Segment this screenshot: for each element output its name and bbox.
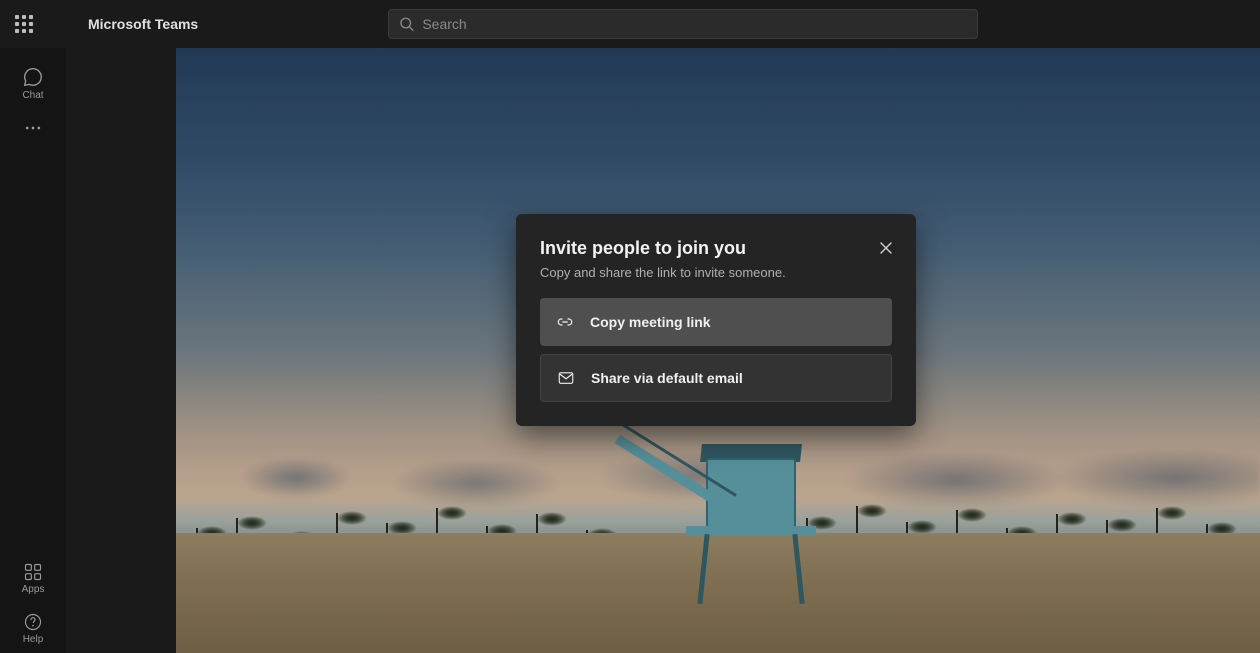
left-rail: Chat Apps Help bbox=[0, 48, 66, 653]
search-bar[interactable] bbox=[388, 9, 978, 39]
chat-icon bbox=[22, 66, 44, 88]
app-title: Microsoft Teams bbox=[88, 16, 198, 32]
share-via-email-button[interactable]: Share via default email bbox=[540, 354, 892, 402]
apps-icon bbox=[23, 562, 43, 582]
search-icon bbox=[399, 16, 414, 32]
dialog-subtitle: Copy and share the link to invite someon… bbox=[540, 265, 892, 280]
rail-item-chat[interactable]: Chat bbox=[0, 58, 66, 108]
dialog-close-button[interactable] bbox=[872, 234, 900, 262]
ellipsis-icon bbox=[23, 118, 43, 138]
rail-item-more[interactable] bbox=[0, 108, 66, 148]
app-launcher-button[interactable] bbox=[0, 0, 48, 48]
rail-item-label: Chat bbox=[22, 90, 43, 101]
mail-icon bbox=[557, 369, 575, 387]
dialog-title: Invite people to join you bbox=[540, 238, 892, 259]
close-icon bbox=[879, 241, 893, 255]
waffle-icon bbox=[15, 15, 33, 33]
invite-people-dialog: Invite people to join you Copy and share… bbox=[516, 214, 916, 426]
help-icon bbox=[23, 612, 43, 632]
link-icon bbox=[556, 313, 574, 331]
copy-meeting-link-button[interactable]: Copy meeting link bbox=[540, 298, 892, 346]
rail-item-apps[interactable]: Apps bbox=[0, 553, 66, 603]
rail-item-label: Help bbox=[23, 634, 44, 645]
rail-item-label: Apps bbox=[22, 584, 45, 595]
top-bar: Microsoft Teams bbox=[0, 0, 1260, 48]
button-label: Share via default email bbox=[591, 370, 743, 386]
secondary-panel bbox=[66, 48, 176, 653]
rail-item-help[interactable]: Help bbox=[0, 603, 66, 653]
search-input[interactable] bbox=[422, 16, 967, 32]
button-label: Copy meeting link bbox=[590, 314, 711, 330]
